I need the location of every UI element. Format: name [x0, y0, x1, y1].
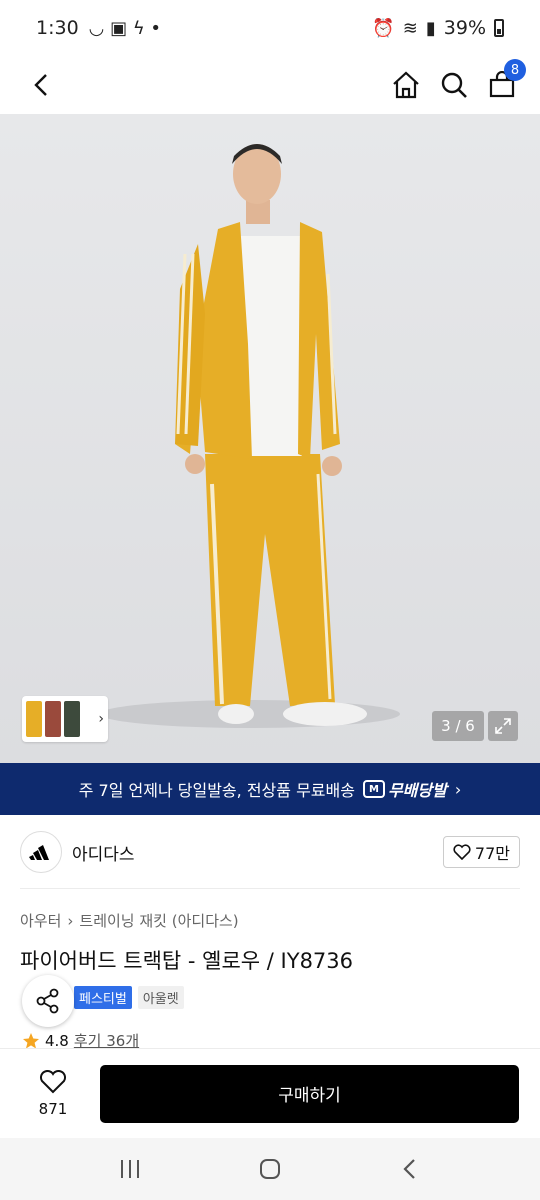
tag-outlet: 아울렛 [137, 986, 184, 1009]
share-icon [36, 988, 59, 1014]
home-icon[interactable] [388, 67, 424, 103]
battery-icon [494, 19, 504, 37]
status-bar: 1:30 ◡ ▣ ϟ • ⏰ ≋ ▮ 39% [0, 0, 540, 56]
brand-row: 아디다스 77만 [20, 831, 520, 873]
expand-icon[interactable] [488, 711, 518, 741]
thumbnail-yellow[interactable] [26, 701, 42, 737]
search-icon[interactable] [436, 67, 472, 103]
chevron-right-icon[interactable]: › [98, 711, 104, 727]
wishlist-button[interactable]: 871 [22, 1069, 84, 1118]
promo-badge: M 무배당발 [362, 777, 447, 801]
shipping-promo-banner[interactable]: 주 7일 언제나 당일발송, 전상품 무료배송 M 무배당발 › [0, 763, 540, 815]
breadcrumb-item[interactable]: 아우터 [20, 910, 61, 931]
back-icon[interactable] [24, 67, 60, 103]
tag-festival: 페스티벌 [74, 986, 132, 1009]
recent-apps-icon[interactable] [110, 1149, 150, 1189]
share-button[interactable] [22, 975, 74, 1027]
rating-value: 4.8 [45, 1031, 69, 1050]
chevron-right-icon: › [67, 911, 74, 930]
promo-badge-label: 무배당발 [387, 781, 447, 800]
notification-icons: ◡ ▣ ϟ • [88, 17, 162, 39]
signal-icon: ▮ [425, 17, 436, 39]
brand-logo[interactable] [20, 831, 62, 873]
breadcrumb: 아우터 › 트레이닝 재킷 (아디다스) [20, 910, 239, 931]
purchase-bar: 871 구매하기 [0, 1048, 540, 1138]
divider [20, 888, 520, 889]
breadcrumb-item[interactable]: 트레이닝 재킷 (아디다스) [79, 910, 238, 931]
wifi-icon: ≋ [402, 17, 418, 39]
star-icon [23, 1032, 39, 1048]
product-image-gallery[interactable]: › 3 / 6 [0, 114, 540, 763]
product-photo [100, 144, 400, 728]
heart-icon [39, 1069, 67, 1093]
battery-percent: 39% [443, 17, 486, 39]
cart-count-badge: 8 [504, 59, 526, 81]
cart-icon[interactable]: 8 [484, 59, 526, 103]
brand-like-count: 77만 [474, 844, 510, 863]
alarm-icon: ⏰ [372, 17, 395, 39]
status-time: 1:30 [36, 17, 79, 39]
system-back-icon[interactable] [390, 1149, 430, 1189]
brand-like-button[interactable]: 77만 [442, 836, 520, 868]
product-title: 파이어버드 트랙탑 - 옐로우 / IY8736 [20, 949, 354, 973]
thumbnail-strip[interactable]: › [22, 696, 108, 742]
heart-icon [453, 844, 471, 860]
system-nav-bar [0, 1138, 540, 1200]
thumbnail-red[interactable] [45, 701, 61, 737]
image-counter: 3 / 6 [432, 711, 484, 741]
buy-button[interactable]: 구매하기 [100, 1064, 519, 1123]
brand-name[interactable]: 아디다스 [72, 840, 135, 865]
chevron-right-icon: › [454, 779, 462, 799]
home-button-icon[interactable] [250, 1149, 290, 1189]
promo-text: 주 7일 언제나 당일발송, 전상품 무료배송 [78, 781, 355, 800]
thumbnail-green[interactable] [64, 701, 80, 737]
delivery-truck-icon: M [362, 780, 385, 798]
top-nav: 8 [0, 56, 540, 114]
wishlist-count: 871 [38, 1099, 68, 1118]
